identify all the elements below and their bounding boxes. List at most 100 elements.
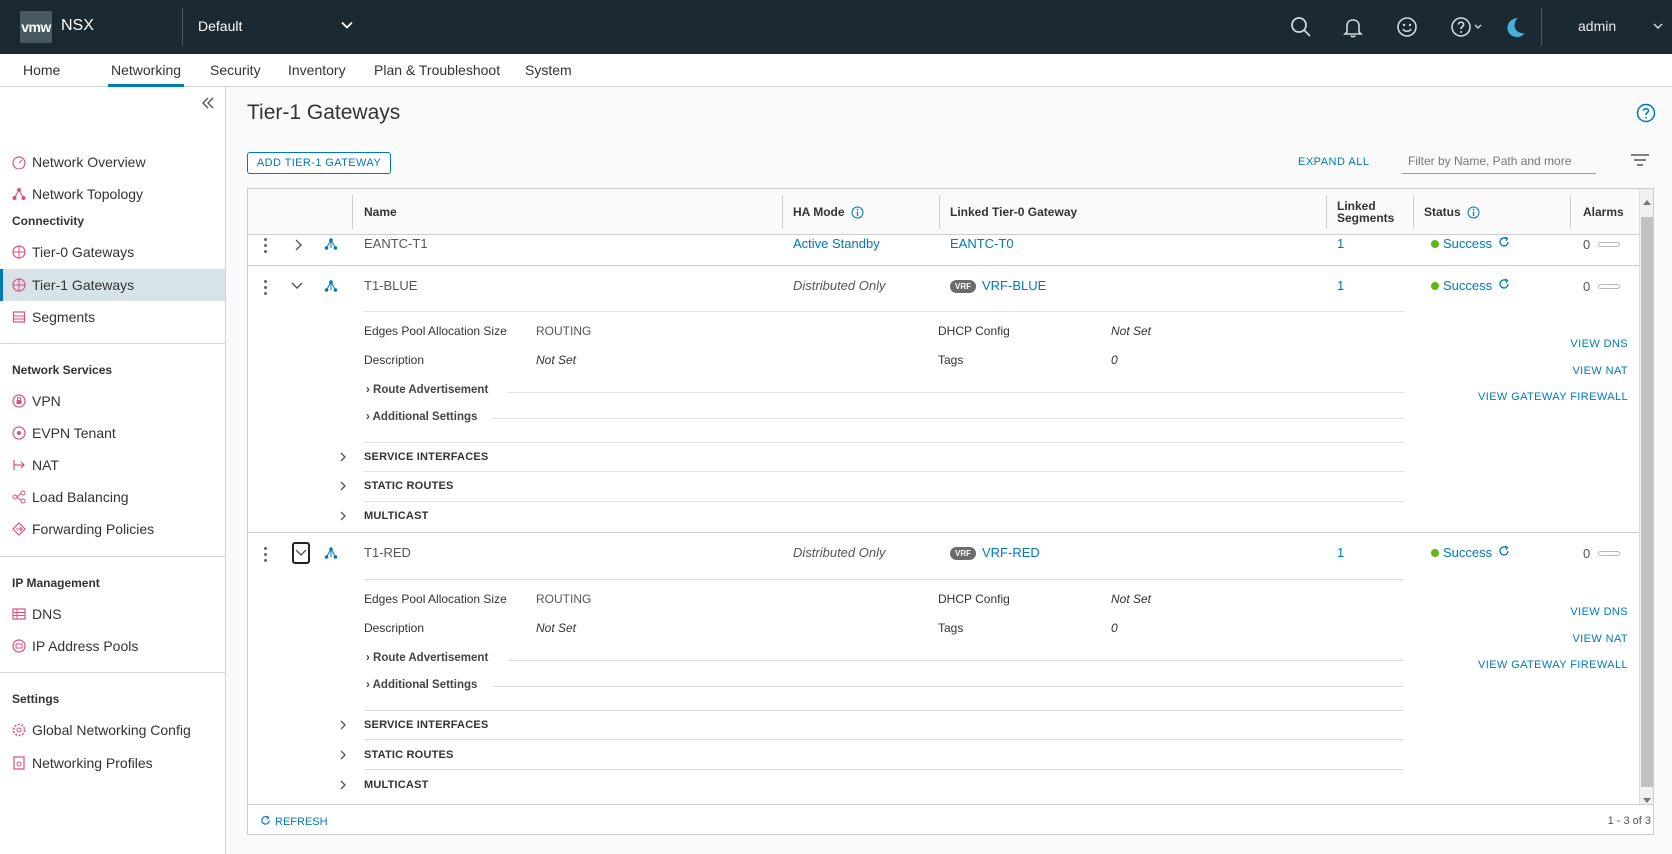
linked-tier0-cell[interactable]: VRF VRF-BLUE bbox=[950, 278, 1046, 293]
view-nat-link[interactable]: VIEW NAT bbox=[1520, 365, 1628, 377]
linked-tier0-link[interactable]: VRF-BLUE bbox=[982, 278, 1046, 293]
sidebar-item-global-networking-config[interactable]: Global Networking Config bbox=[0, 714, 225, 746]
linked-segments-count[interactable]: 1 bbox=[1337, 236, 1344, 251]
route-advertisement-toggle[interactable]: › Route Advertisement bbox=[366, 652, 488, 664]
sidebar-item-nat[interactable]: NAT bbox=[0, 449, 225, 481]
chevron-right-icon[interactable] bbox=[292, 238, 304, 255]
row-actions-kebab-icon[interactable] bbox=[264, 280, 268, 298]
view-gateway-firewall-link[interactable]: VIEW GATEWAY FIREWALL bbox=[1398, 391, 1628, 403]
service-interfaces-section[interactable]: SERVICE INTERFACES bbox=[364, 451, 488, 463]
view-gateway-firewall-link[interactable]: VIEW GATEWAY FIREWALL bbox=[1398, 659, 1628, 671]
ha-mode-link[interactable]: Active Standby bbox=[793, 236, 880, 251]
linked-segments-count[interactable]: 1 bbox=[1337, 278, 1344, 293]
column-header-linked-segments[interactable]: Linked Segments bbox=[1337, 189, 1394, 235]
sidebar-item-tier0-gateways[interactable]: Tier-0 Gateways bbox=[0, 236, 225, 268]
linked-tier0-link[interactable]: EANTC-T0 bbox=[950, 236, 1014, 251]
add-tier1-gateway-button[interactable]: ADD TIER-1 GATEWAY bbox=[247, 152, 391, 174]
column-header-linked-tier0[interactable]: Linked Tier-0 Gateway bbox=[950, 189, 1077, 235]
user-menu[interactable]: admin bbox=[1578, 18, 1616, 34]
table-row[interactable]: EANTC-T1 Active Standby EANTC-T0 1 Succe… bbox=[248, 235, 1639, 266]
alarms-cell[interactable]: 0 bbox=[1583, 279, 1621, 294]
static-routes-section[interactable]: STATIC ROUTES bbox=[364, 749, 454, 761]
chevron-down-icon[interactable] bbox=[340, 18, 354, 35]
help-icon[interactable] bbox=[1636, 103, 1656, 126]
sidebar-item-networking-profiles[interactable]: Networking Profiles bbox=[0, 747, 225, 779]
additional-settings-toggle[interactable]: › Additional Settings bbox=[366, 679, 477, 691]
route-advertisement-toggle[interactable]: › Route Advertisement bbox=[366, 384, 488, 396]
status-cell[interactable]: Success bbox=[1431, 545, 1510, 560]
detail-value-description: Not Set bbox=[536, 621, 577, 635]
tab-plan-troubleshoot[interactable]: Plan & Troubleshoot bbox=[374, 62, 500, 87]
status-cell[interactable]: Success bbox=[1431, 236, 1510, 251]
tab-home[interactable]: Home bbox=[23, 62, 60, 87]
gauge-icon bbox=[12, 155, 26, 169]
sidebar-item-forwarding-policies[interactable]: Forwarding Policies bbox=[0, 513, 225, 545]
multicast-section[interactable]: MULTICAST bbox=[364, 779, 429, 791]
chevron-right-icon[interactable] bbox=[338, 749, 348, 764]
chevron-right-icon[interactable] bbox=[338, 451, 348, 466]
refresh-status-icon[interactable] bbox=[1498, 278, 1510, 293]
refresh-button[interactable]: REFRESH bbox=[260, 815, 328, 829]
sidebar-item-load-balancing[interactable]: Load Balancing bbox=[0, 481, 225, 513]
chevron-right-icon[interactable] bbox=[338, 510, 348, 525]
project-selector[interactable]: Default bbox=[198, 18, 242, 34]
column-header-status[interactable]: Status bbox=[1424, 189, 1480, 235]
tab-networking[interactable]: Networking bbox=[108, 62, 185, 87]
column-header-label: Status bbox=[1424, 205, 1461, 219]
view-nat-link[interactable]: VIEW NAT bbox=[1520, 633, 1628, 645]
status-cell[interactable]: Success bbox=[1431, 278, 1510, 293]
sidebar-item-ip-address-pools[interactable]: IP Address Pools bbox=[0, 630, 225, 662]
sidebar-item-network-topology[interactable]: Network Topology bbox=[0, 178, 225, 210]
filter-input[interactable] bbox=[1402, 148, 1596, 174]
linked-segments-count[interactable]: 1 bbox=[1337, 545, 1344, 560]
static-routes-section[interactable]: STATIC ROUTES bbox=[364, 480, 454, 492]
bell-icon[interactable] bbox=[1340, 14, 1366, 40]
tab-security[interactable]: Security bbox=[210, 62, 261, 87]
help-menu-icon[interactable] bbox=[1450, 14, 1486, 40]
column-header-ha-mode[interactable]: HA Mode bbox=[793, 189, 864, 235]
chevron-right-icon[interactable] bbox=[338, 779, 348, 794]
view-dns-link[interactable]: VIEW DNS bbox=[1520, 338, 1628, 350]
column-header-name[interactable]: Name bbox=[364, 189, 397, 235]
view-dns-link[interactable]: VIEW DNS bbox=[1520, 606, 1628, 618]
grid-scrollbar[interactable] bbox=[1639, 189, 1653, 804]
filter-icon[interactable] bbox=[1630, 153, 1650, 170]
linked-tier0-link[interactable]: VRF-RED bbox=[982, 545, 1040, 560]
search-icon[interactable] bbox=[1288, 14, 1314, 40]
linked-tier0-cell[interactable]: VRF VRF-RED bbox=[950, 545, 1040, 560]
sidebar-item-dns[interactable]: DNS bbox=[0, 598, 225, 630]
chevron-down-icon[interactable] bbox=[1652, 20, 1664, 35]
refresh-status-icon[interactable] bbox=[1498, 545, 1510, 560]
collapse-sidebar-icon[interactable] bbox=[200, 95, 216, 114]
header-divider bbox=[1541, 8, 1542, 46]
row-actions-kebab-icon[interactable] bbox=[264, 238, 268, 256]
additional-settings-toggle[interactable]: › Additional Settings bbox=[366, 411, 477, 423]
sidebar-item-segments[interactable]: Segments bbox=[0, 301, 225, 333]
expand-all-button[interactable]: EXPAND ALL bbox=[1298, 156, 1369, 168]
sidebar-item-evpn-tenant[interactable]: EVPN Tenant bbox=[0, 417, 225, 449]
vmware-logo[interactable]: vmw bbox=[20, 11, 52, 43]
row-actions-kebab-icon[interactable] bbox=[264, 547, 268, 565]
tab-inventory[interactable]: Inventory bbox=[288, 62, 346, 87]
column-header-alarms[interactable]: Alarms bbox=[1583, 189, 1624, 235]
dark-mode-moon-icon[interactable] bbox=[1502, 14, 1528, 40]
alarms-cell[interactable]: 0 bbox=[1583, 237, 1621, 252]
chevron-down-icon[interactable] bbox=[290, 280, 304, 295]
smiley-feedback-icon[interactable] bbox=[1394, 14, 1420, 40]
chevron-right-icon[interactable] bbox=[338, 719, 348, 734]
chevron-right-icon[interactable] bbox=[338, 480, 348, 495]
scroll-up-arrow-icon[interactable] bbox=[1643, 193, 1651, 208]
refresh-status-icon[interactable] bbox=[1498, 236, 1510, 251]
sidebar-item-vpn[interactable]: VPN bbox=[0, 385, 225, 417]
scrollbar-thumb[interactable] bbox=[1641, 217, 1653, 787]
info-icon[interactable] bbox=[1467, 206, 1480, 219]
info-icon[interactable] bbox=[851, 206, 864, 219]
gateway-name: EANTC-T1 bbox=[364, 236, 428, 251]
sidebar-item-network-overview[interactable]: Network Overview bbox=[0, 146, 225, 178]
sidebar-item-tier1-gateways[interactable]: Tier-1 Gateways bbox=[0, 269, 225, 301]
tab-system[interactable]: System bbox=[525, 62, 572, 87]
chevron-down-icon[interactable] bbox=[294, 547, 308, 562]
multicast-section[interactable]: MULTICAST bbox=[364, 510, 429, 522]
service-interfaces-section[interactable]: SERVICE INTERFACES bbox=[364, 719, 488, 731]
alarms-cell[interactable]: 0 bbox=[1583, 546, 1621, 561]
